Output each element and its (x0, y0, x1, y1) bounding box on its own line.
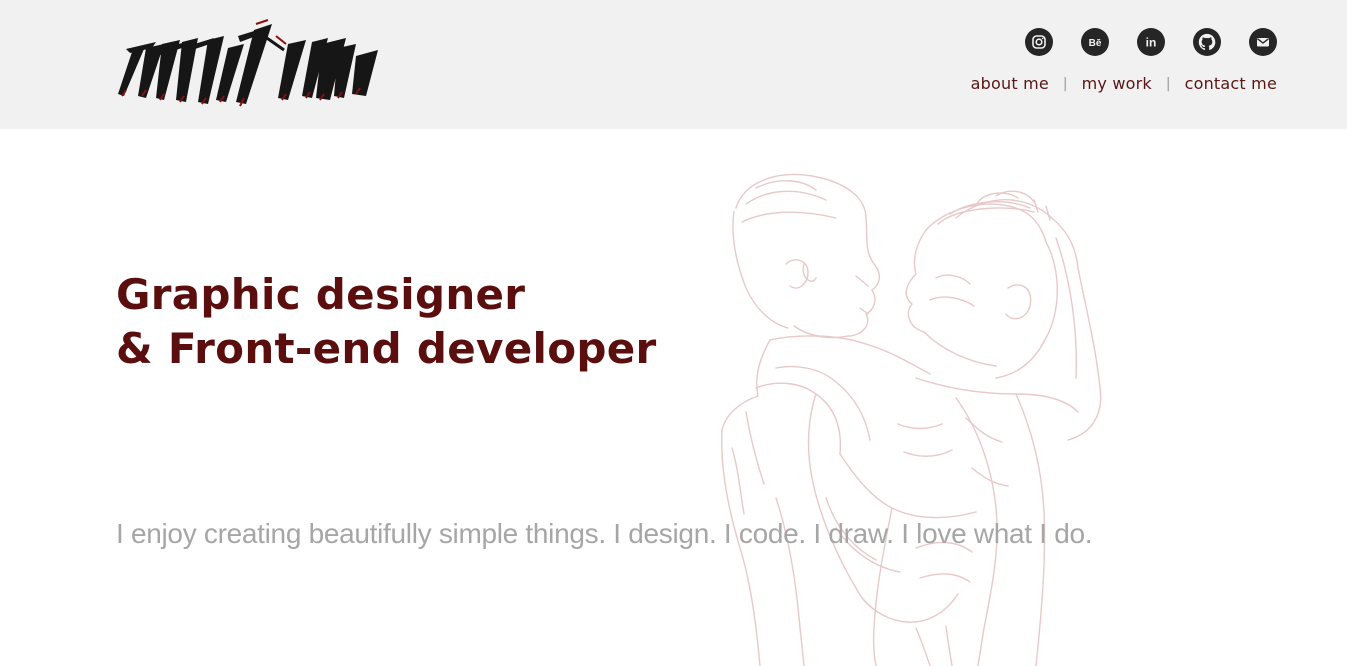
nav-separator: | (1165, 75, 1171, 92)
hero-tagline: I enjoy creating beautifully simple thin… (116, 518, 1093, 549)
nav-contact-me[interactable]: contact me (1185, 74, 1277, 93)
svg-text:in: in (1146, 36, 1157, 50)
headline-line-2: & Front-end developer (116, 324, 657, 373)
nav-about-me[interactable]: about me (971, 74, 1049, 93)
social-links: Bē in (1025, 28, 1277, 56)
main-nav: about me | my work | contact me (971, 74, 1277, 93)
linkedin-icon[interactable]: in (1137, 28, 1165, 56)
milu-logo[interactable] (116, 14, 388, 112)
svg-text:Bē: Bē (1089, 38, 1102, 49)
github-icon[interactable] (1193, 28, 1221, 56)
instagram-icon[interactable] (1025, 28, 1053, 56)
mail-icon[interactable] (1249, 28, 1277, 56)
nav-separator: | (1062, 75, 1068, 92)
headline-line-1: Graphic designer (116, 270, 526, 319)
nav-my-work[interactable]: my work (1082, 74, 1152, 93)
site-header: Bē in about me | my work | contact me (0, 0, 1347, 129)
hero-headline: Graphic designer & Front-end developer (116, 268, 657, 376)
couple-sketch-illustration (720, 173, 1102, 666)
behance-icon[interactable]: Bē (1081, 28, 1109, 56)
